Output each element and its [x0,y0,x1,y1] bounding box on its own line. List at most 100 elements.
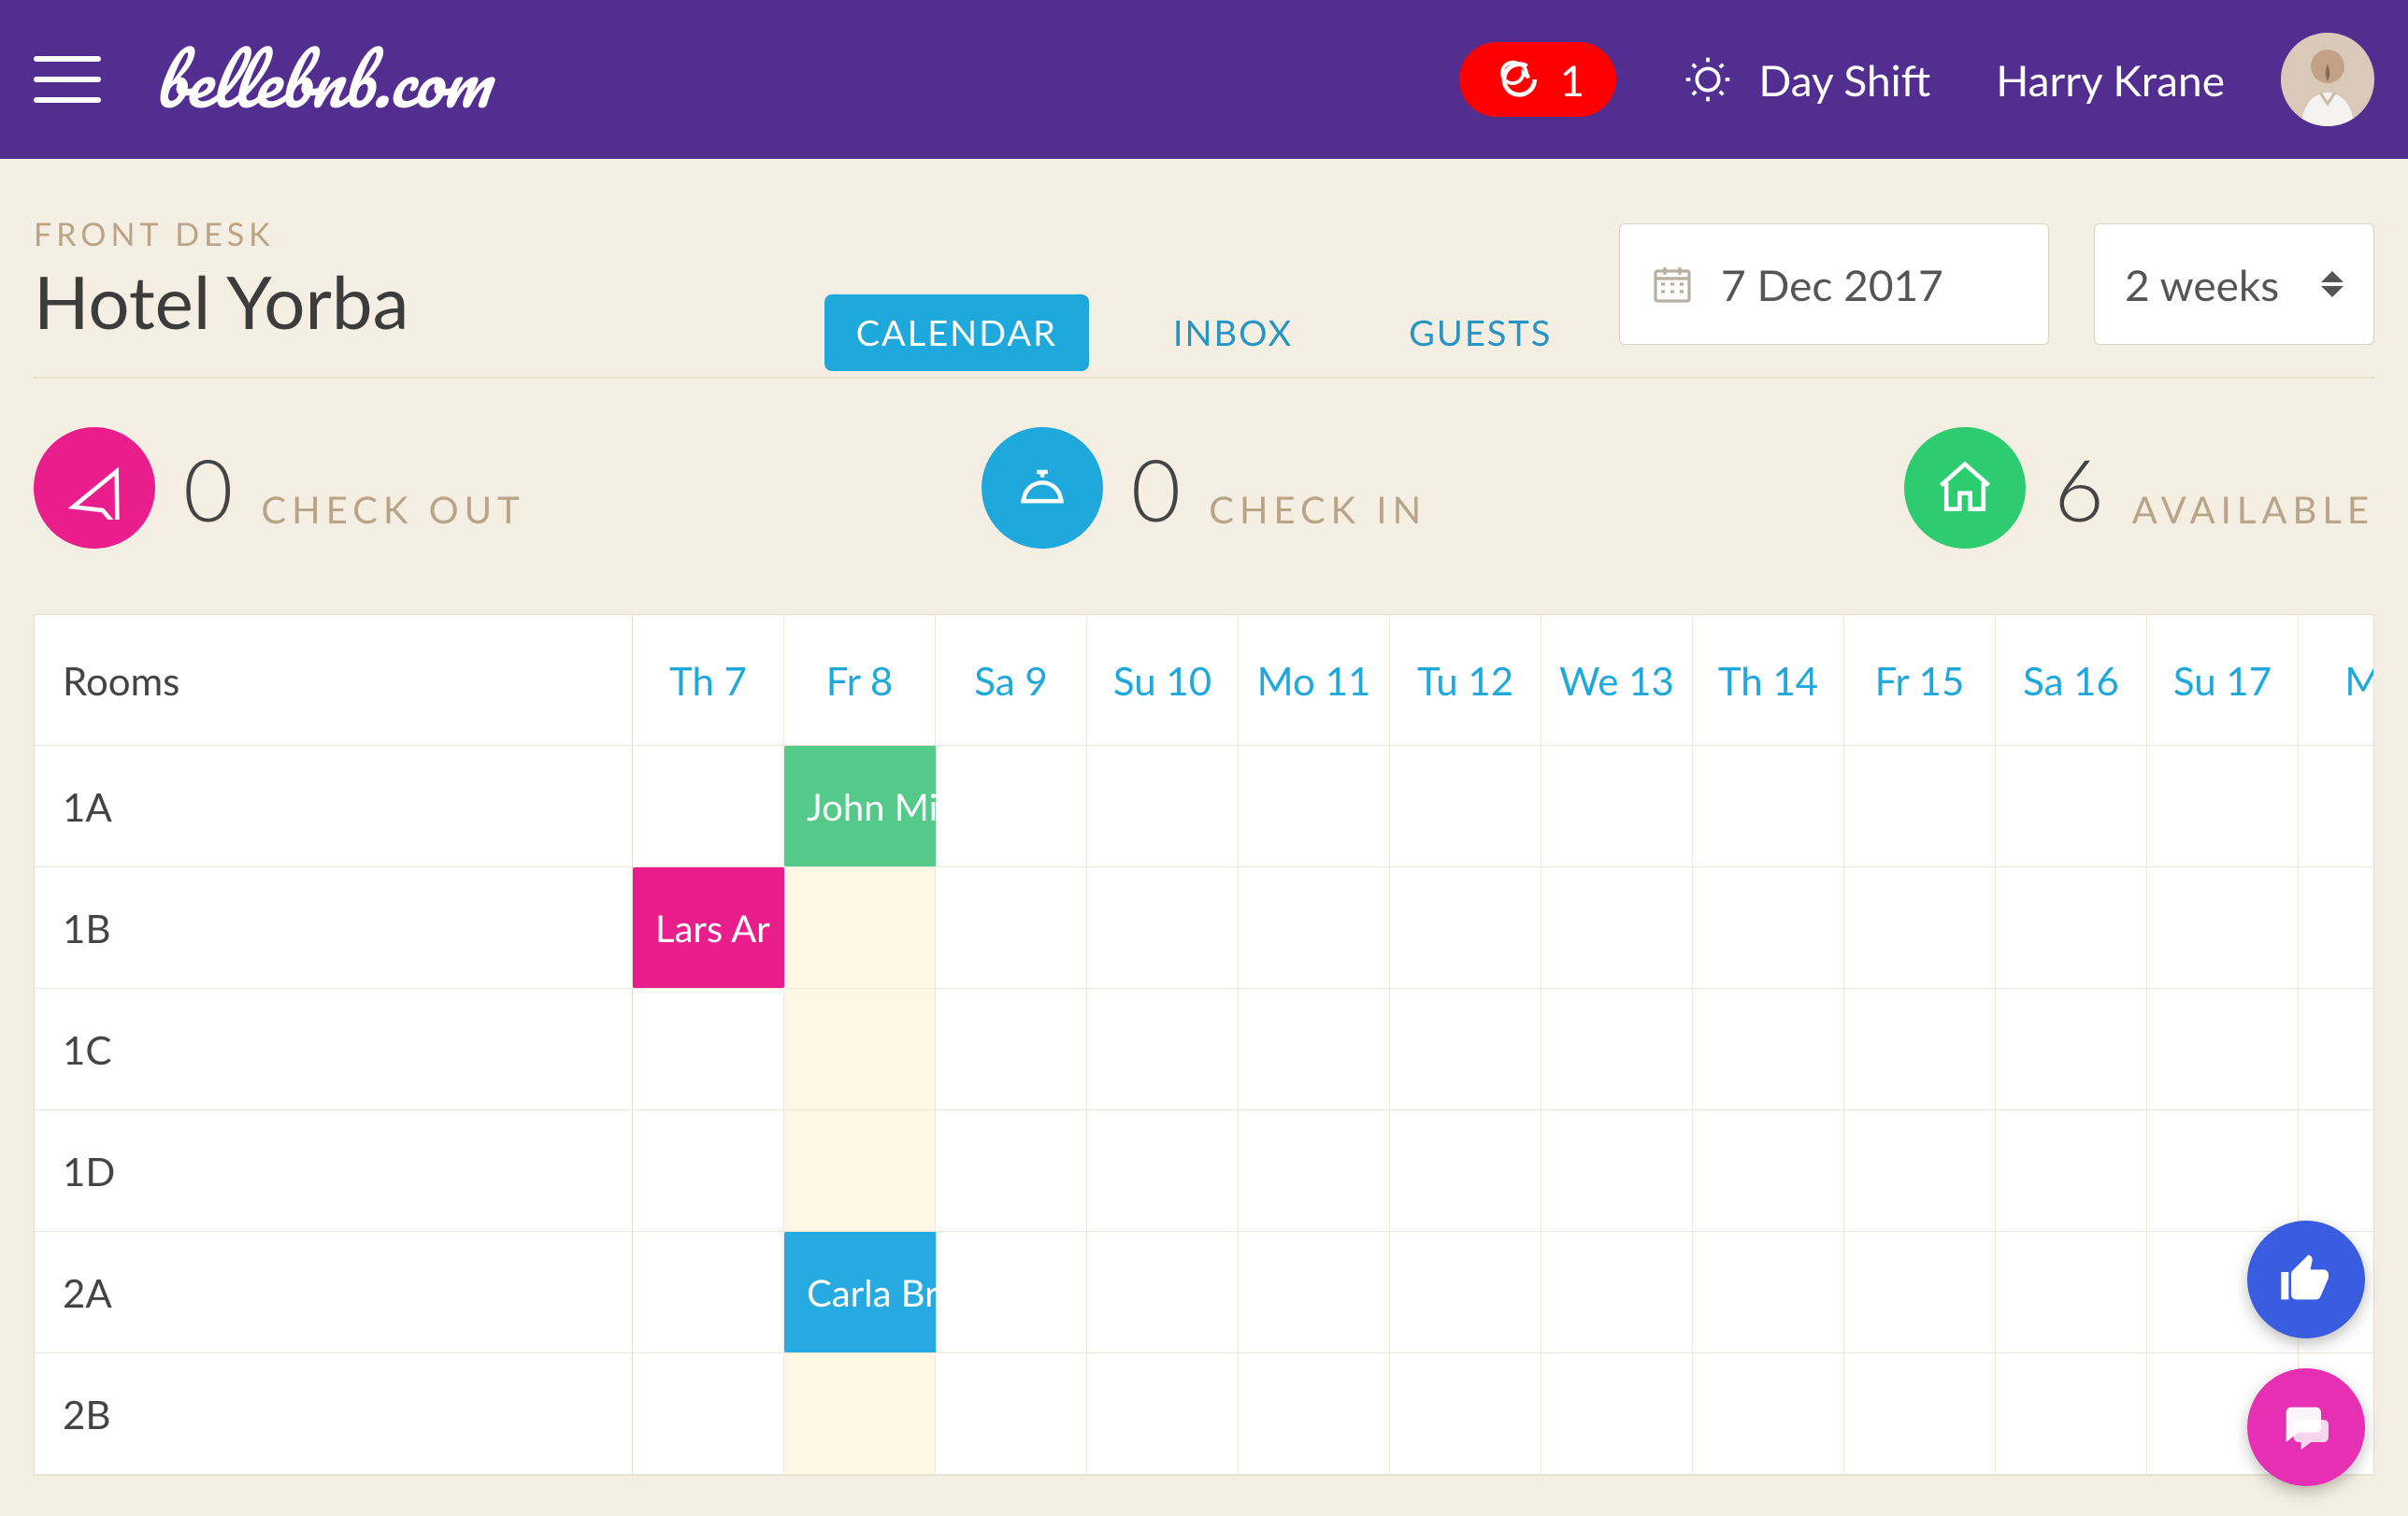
day-header[interactable]: Sa 9 [936,615,1087,746]
day-header[interactable]: Fr 8 [784,615,936,746]
calendar-cell[interactable] [1996,867,2147,989]
room-label[interactable]: 1D [35,1110,633,1232]
calendar-cell[interactable] [1390,1232,1541,1353]
day-header[interactable]: We 13 [1541,615,1693,746]
calendar-cell[interactable] [2299,1110,2374,1232]
calendar-cell[interactable] [1693,1110,1844,1232]
calendar-cell[interactable] [2147,989,2299,1110]
calendar-cell[interactable] [936,1110,1087,1232]
calendar-cell[interactable] [1996,746,2147,867]
tab-calendar[interactable]: CALENDAR [824,294,1089,371]
calendar-cell[interactable] [1390,867,1541,989]
calendar-cell[interactable] [1087,1353,1239,1475]
menu-button[interactable] [34,42,108,117]
calendar-cell[interactable] [1239,1353,1390,1475]
calendar-cell[interactable] [1541,989,1693,1110]
calendar-cell[interactable] [1087,1110,1239,1232]
calendar-cell[interactable] [1693,746,1844,867]
calendar-cell[interactable] [1844,989,1996,1110]
chat-notifications-button[interactable]: 1 [1459,42,1617,117]
room-label[interactable]: 1C [35,989,633,1110]
day-header[interactable]: Su 10 [1087,615,1239,746]
calendar-cell[interactable] [633,1110,784,1232]
calendar-cell[interactable] [2147,867,2299,989]
calendar-cell[interactable] [936,989,1087,1110]
day-header[interactable]: Mo [2299,615,2374,746]
calendar-cell[interactable] [1087,989,1239,1110]
calendar-cell[interactable] [633,746,784,867]
calendar-cell[interactable] [633,1232,784,1353]
shift-indicator[interactable]: Day Shift [1682,53,1930,106]
calendar-cell[interactable] [1239,1232,1390,1353]
calendar-cell[interactable] [2147,746,2299,867]
tab-guests[interactable]: GUESTS [1377,294,1584,371]
calendar-cell[interactable] [936,1232,1087,1353]
calendar-cell[interactable] [1239,989,1390,1110]
calendar-cell[interactable] [1541,746,1693,867]
avatar[interactable] [2281,33,2374,126]
calendar-cell[interactable] [1844,867,1996,989]
calendar-cell[interactable] [1390,989,1541,1110]
stat-checkout[interactable]: 0 CHECK OUT [34,427,814,549]
calendar-cell[interactable] [1844,1110,1996,1232]
calendar-cell[interactable] [1390,1353,1541,1475]
calendar-cell[interactable] [2299,746,2374,867]
brand-logo[interactable]: bellebnb.com [153,22,490,137]
calendar-cell[interactable] [1239,867,1390,989]
tab-inbox[interactable]: INBOX [1141,294,1325,371]
room-label[interactable]: 2A [35,1232,633,1353]
calendar-cell[interactable] [1693,867,1844,989]
day-header[interactable]: Tu 12 [1390,615,1541,746]
calendar-cell[interactable] [1844,1232,1996,1353]
calendar-cell[interactable] [2147,1110,2299,1232]
calendar-cell[interactable] [784,989,936,1110]
calendar-cell[interactable] [1996,1110,2147,1232]
calendar-cell[interactable] [784,1353,936,1475]
calendar-cell[interactable] [1693,1232,1844,1353]
calendar-cell[interactable] [1541,867,1693,989]
calendar-cell[interactable]: John Michael Kane [784,746,936,867]
calendar-cell[interactable] [1693,989,1844,1110]
calendar-cell[interactable] [1996,1232,2147,1353]
fab-chat[interactable] [2247,1368,2365,1486]
calendar-cell[interactable] [2299,989,2374,1110]
date-picker[interactable]: 7 Dec 2017 [1619,223,2049,345]
room-label[interactable]: 2B [35,1353,633,1475]
calendar-cell[interactable] [1390,746,1541,867]
stat-checkin[interactable]: 0 CHECK IN [814,427,1595,549]
calendar-cell[interactable] [1541,1353,1693,1475]
calendar-cell[interactable] [1996,989,2147,1110]
calendar-cell[interactable] [2299,867,2374,989]
calendar-cell[interactable] [1693,1353,1844,1475]
calendar-cell[interactable] [1239,1110,1390,1232]
calendar-cell[interactable] [1844,1353,1996,1475]
calendar-cell[interactable] [1996,1353,2147,1475]
calendar-cell[interactable] [784,867,936,989]
calendar-cell[interactable]: Carla Brunelli [784,1232,936,1353]
calendar-cell[interactable] [633,989,784,1110]
calendar-cell[interactable] [936,1353,1087,1475]
day-header[interactable]: Sa 16 [1996,615,2147,746]
day-header[interactable]: Th 7 [633,615,784,746]
calendar-cell[interactable] [1844,746,1996,867]
user-name-link[interactable]: Harry Krane [1996,54,2225,106]
calendar-cell[interactable]: Lars Ar [633,867,784,989]
room-label[interactable]: 1B [35,867,633,989]
calendar-cell[interactable] [1390,1110,1541,1232]
calendar-cell[interactable] [1087,867,1239,989]
stat-available[interactable]: 6 AVAILABLE [1594,427,2374,549]
fab-feedback[interactable] [2247,1221,2365,1338]
day-header[interactable]: Mo 11 [1239,615,1390,746]
day-header[interactable]: Fr 15 [1844,615,1996,746]
day-header[interactable]: Th 14 [1693,615,1844,746]
calendar-cell[interactable] [1239,746,1390,867]
calendar-cell[interactable] [1087,1232,1239,1353]
calendar-cell[interactable] [936,867,1087,989]
calendar-cell[interactable] [1087,746,1239,867]
calendar-cell[interactable] [633,1353,784,1475]
calendar-cell[interactable] [784,1110,936,1232]
room-label[interactable]: 1A [35,746,633,867]
calendar-cell[interactable] [1541,1232,1693,1353]
calendar-cell[interactable] [936,746,1087,867]
booking-block[interactable]: Lars Ar [633,867,784,988]
